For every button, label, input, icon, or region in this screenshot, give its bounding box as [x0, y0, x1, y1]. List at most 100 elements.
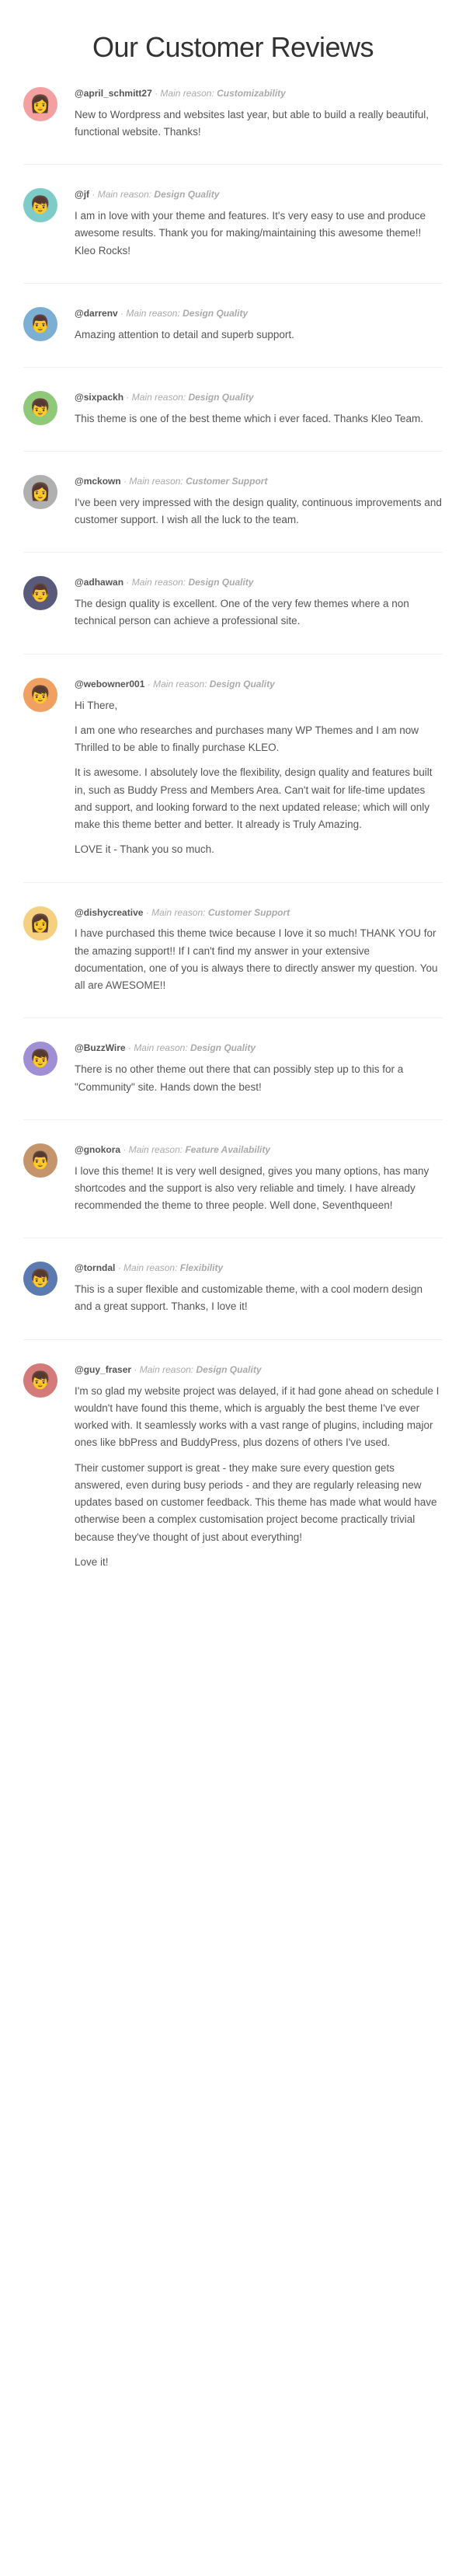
- review-paragraph: It is awesome. I absolutely love the fle…: [75, 764, 443, 833]
- review-meta: @gnokora · Main reason: Feature Availabi…: [75, 1143, 443, 1157]
- review-item: 👦 @sixpackh · Main reason: Design Quality…: [23, 391, 443, 452]
- review-meta: @torndal · Main reason: Flexibility: [75, 1262, 443, 1275]
- review-paragraph: This theme is one of the best theme whic…: [75, 410, 443, 428]
- review-meta: @BuzzWire · Main reason: Design Quality: [75, 1042, 443, 1055]
- review-username: @sixpackh: [75, 392, 123, 403]
- avatar: 👦: [23, 1042, 64, 1095]
- avatar: 👨: [23, 576, 64, 630]
- review-text: I have purchased this theme twice becaus…: [75, 925, 443, 994]
- review-username: @guy_fraser: [75, 1364, 131, 1375]
- review-username: @mckown: [75, 476, 121, 487]
- review-item: 👦 @guy_fraser · Main reason: Design Quali…: [23, 1363, 443, 1594]
- avatar-image: 👩: [23, 906, 57, 941]
- review-paragraph: I'm so glad my website project was delay…: [75, 1383, 443, 1452]
- review-paragraph: The design quality is excellent. One of …: [75, 595, 443, 630]
- review-paragraph: LOVE it - Thank you so much.: [75, 841, 443, 858]
- avatar-image: 👨: [23, 1143, 57, 1178]
- review-reason: Design Quality: [183, 308, 248, 319]
- avatar-image: 👦: [23, 1262, 57, 1296]
- review-paragraph: Their customer support is great - they m…: [75, 1460, 443, 1546]
- review-reason: Design Quality: [210, 679, 275, 689]
- review-content: @BuzzWire · Main reason: Design Quality T…: [75, 1042, 443, 1095]
- avatar: 👦: [23, 1363, 64, 1571]
- avatar: 👨: [23, 1143, 64, 1215]
- review-paragraph: I've been very impressed with the design…: [75, 494, 443, 529]
- review-text: I've been very impressed with the design…: [75, 494, 443, 529]
- review-meta: @darrenv · Main reason: Design Quality: [75, 307, 443, 320]
- avatar: 👦: [23, 188, 64, 260]
- avatar-image: 👦: [23, 188, 57, 222]
- avatar-image: 👨: [23, 576, 57, 610]
- review-reason-label: · Main reason:: [92, 189, 154, 200]
- page-title: Our Customer Reviews: [0, 0, 466, 87]
- review-item: 👦@jf · Main reason: Design QualityI am i…: [23, 188, 443, 284]
- review-paragraph: I have purchased this theme twice becaus…: [75, 925, 443, 994]
- review-paragraph: New to Wordpress and websites last year,…: [75, 106, 443, 141]
- review-item: 👩 @dishycreative · Main reason: Customer …: [23, 906, 443, 1019]
- review-content: @gnokora · Main reason: Feature Availabi…: [75, 1143, 443, 1215]
- review-username: @gnokora: [75, 1144, 120, 1155]
- review-text: I love this theme! It is very well desig…: [75, 1163, 443, 1215]
- review-meta: @adhawan · Main reason: Design Quality: [75, 576, 443, 589]
- review-reason-label: · Main reason:: [128, 1042, 190, 1053]
- review-reason-label: · Main reason:: [148, 679, 210, 689]
- review-reason-label: · Main reason:: [134, 1364, 196, 1375]
- review-item: 👨 @gnokora · Main reason: Feature Availab…: [23, 1143, 443, 1239]
- review-content: @guy_fraser · Main reason: Design Qualit…: [75, 1363, 443, 1571]
- review-paragraph: Love it!: [75, 1554, 443, 1571]
- review-item: 👨 @adhawan · Main reason: Design Quality T…: [23, 576, 443, 654]
- review-username: @webowner001: [75, 679, 144, 689]
- review-item: 👦@webowner001 · Main reason: Design Qual…: [23, 678, 443, 883]
- avatar-image: 👩: [23, 475, 57, 509]
- review-text: This is a super flexible and customizabl…: [75, 1281, 443, 1316]
- review-text: Hi There, I am one who researches and pur…: [75, 697, 443, 859]
- review-username: @torndal: [75, 1262, 115, 1273]
- avatar: 👩: [23, 906, 64, 995]
- review-paragraph: Amazing attention to detail and superb s…: [75, 326, 443, 344]
- review-reason-label: · Main reason:: [126, 392, 188, 403]
- reviews-container: 👩 @april_schmitt27 · Main reason: Customi…: [0, 87, 466, 1649]
- review-text: I am in love with your theme and feature…: [75, 208, 443, 260]
- review-meta: @sixpackh · Main reason: Design Quality: [75, 391, 443, 404]
- review-username: @BuzzWire: [75, 1042, 126, 1053]
- review-content: @webowner001 · Main reason: Design Quali…: [75, 678, 443, 859]
- review-reason: Customizability: [217, 88, 286, 99]
- review-reason: Design Quality: [188, 392, 253, 403]
- review-meta: @dishycreative · Main reason: Customer S…: [75, 906, 443, 920]
- review-paragraph: I am one who researches and purchases ma…: [75, 722, 443, 757]
- review-content: @torndal · Main reason: Flexibility This …: [75, 1262, 443, 1315]
- review-meta: @mckown · Main reason: Customer Support: [75, 475, 443, 488]
- review-paragraph: I love this theme! It is very well desig…: [75, 1163, 443, 1215]
- review-text: I'm so glad my website project was delay…: [75, 1383, 443, 1572]
- review-paragraph: Hi There,: [75, 697, 443, 714]
- review-reason-label: · Main reason:: [155, 88, 217, 99]
- review-reason-label: · Main reason:: [126, 577, 188, 588]
- review-text: The design quality is excellent. One of …: [75, 595, 443, 630]
- review-reason: Design Quality: [190, 1042, 256, 1053]
- review-content: @sixpackh · Main reason: Design Quality T…: [75, 391, 443, 428]
- avatar-image: 👦: [23, 391, 57, 425]
- review-username: @dishycreative: [75, 907, 143, 918]
- review-text: New to Wordpress and websites last year,…: [75, 106, 443, 141]
- review-content: @dishycreative · Main reason: Customer S…: [75, 906, 443, 995]
- review-reason-label: · Main reason:: [118, 1262, 180, 1273]
- review-item: 👩 @april_schmitt27 · Main reason: Customi…: [23, 87, 443, 165]
- review-content: @april_schmitt27 · Main reason: Customiz…: [75, 87, 443, 141]
- review-reason-label: · Main reason:: [146, 907, 208, 918]
- review-text: There is no other theme out there that c…: [75, 1061, 443, 1096]
- review-item: 👨 @darrenv · Main reason: Design Quality A…: [23, 307, 443, 368]
- avatar-image: 👦: [23, 1042, 57, 1076]
- review-reason: Customer Support: [186, 476, 267, 487]
- avatar-image: 👨: [23, 307, 57, 341]
- review-reason-label: · Main reason:: [123, 1144, 185, 1155]
- review-username: @april_schmitt27: [75, 88, 152, 99]
- review-reason: Design Quality: [154, 189, 219, 200]
- avatar: 👦: [23, 1262, 64, 1315]
- review-paragraph: There is no other theme out there that c…: [75, 1061, 443, 1096]
- review-meta: @guy_fraser · Main reason: Design Qualit…: [75, 1363, 443, 1377]
- avatar-image: 👩: [23, 87, 57, 121]
- review-reason-label: · Main reason:: [123, 476, 186, 487]
- review-meta: @april_schmitt27 · Main reason: Customiz…: [75, 87, 443, 100]
- review-username: @darrenv: [75, 308, 118, 319]
- review-content: @mckown · Main reason: Customer Support I…: [75, 475, 443, 529]
